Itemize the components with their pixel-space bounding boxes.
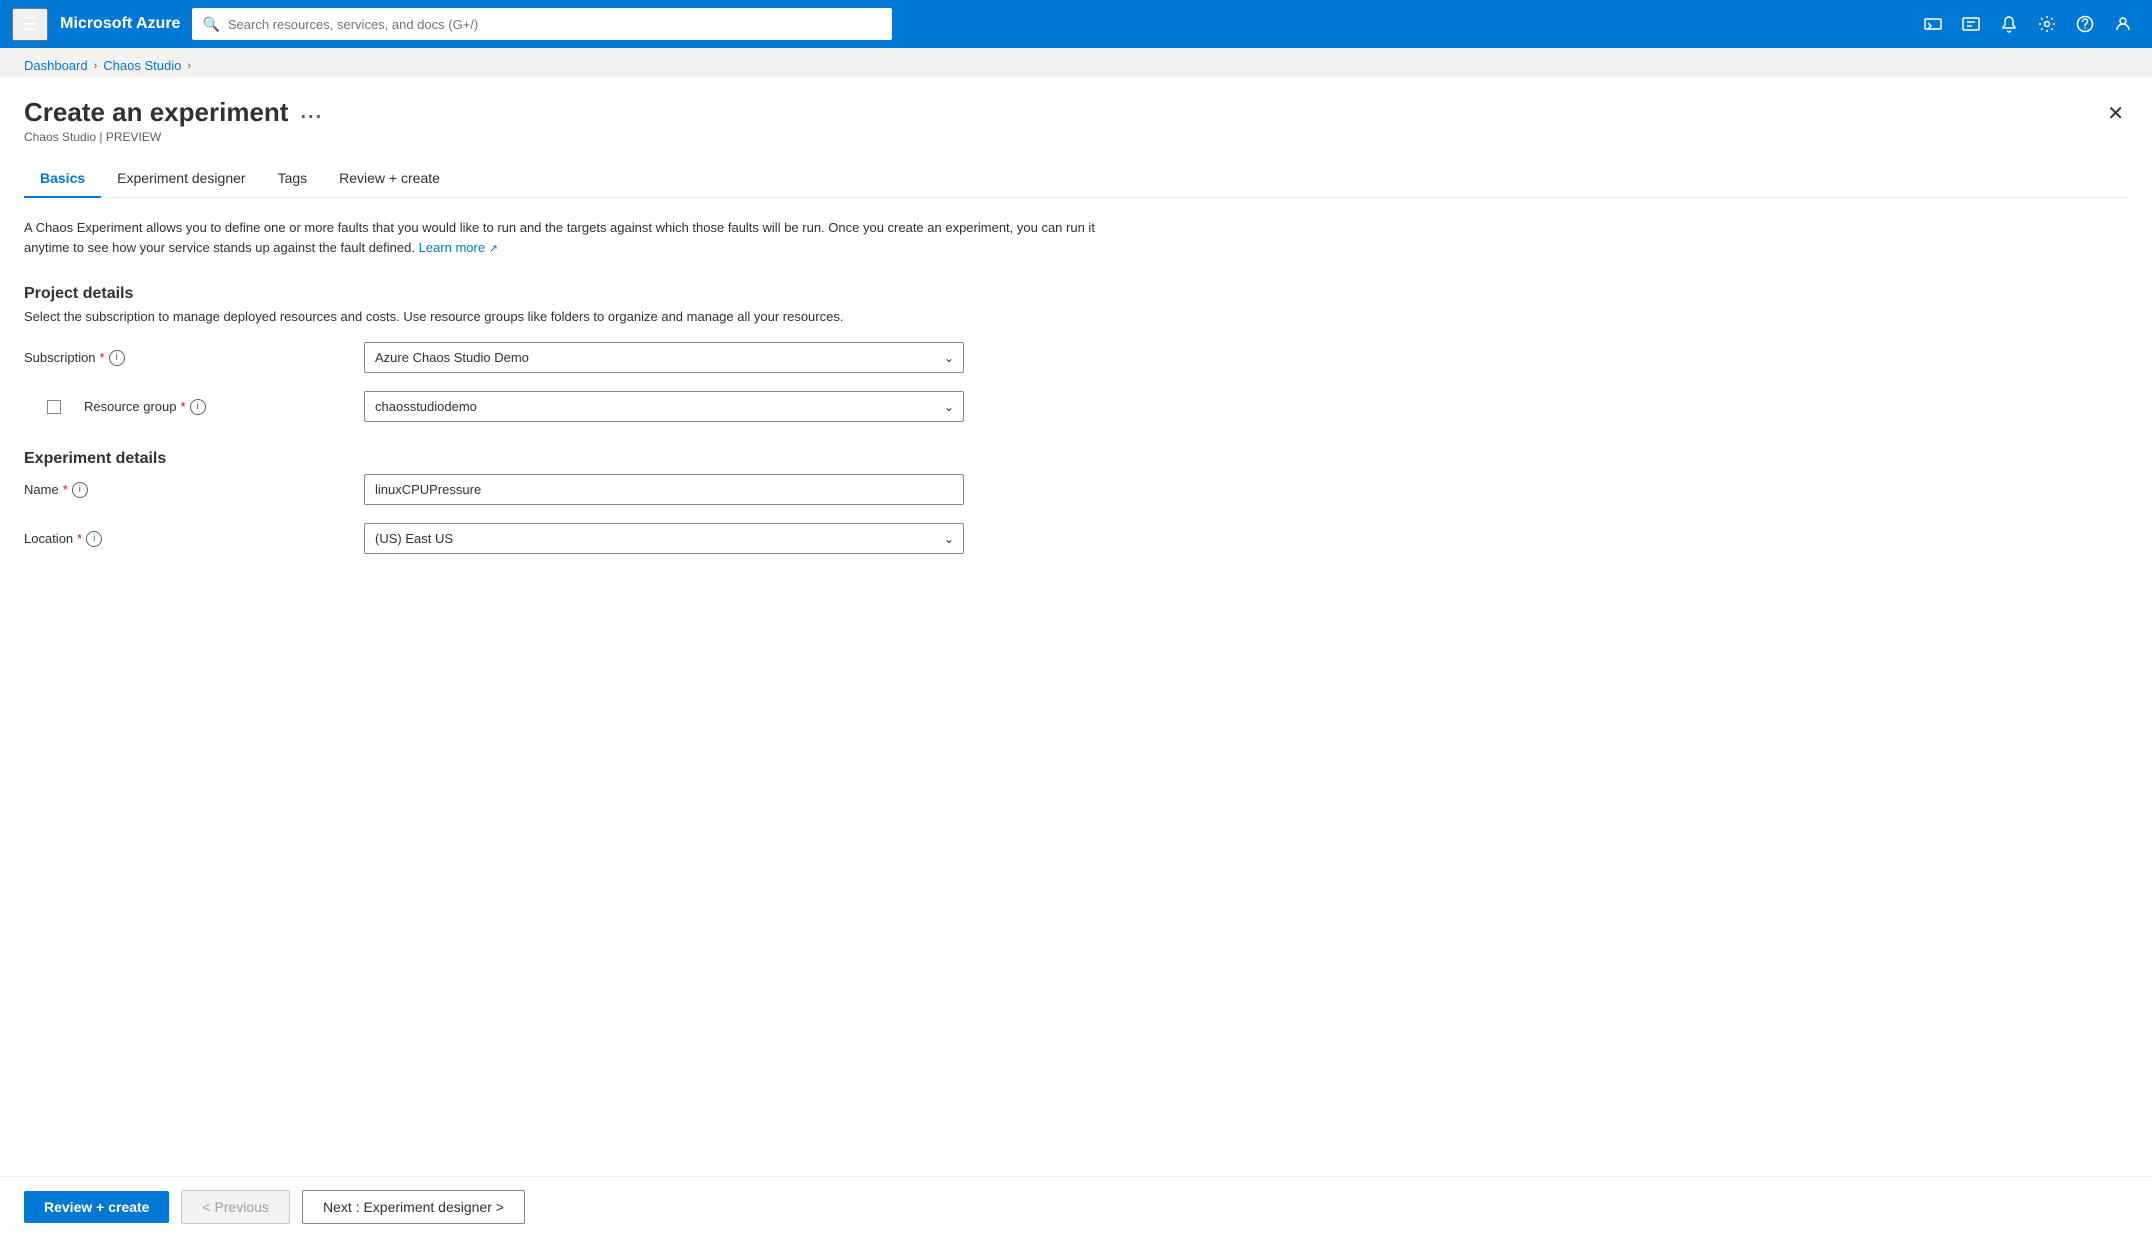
breadcrumb-sep-2: ›: [187, 60, 191, 72]
resource-group-checkbox[interactable]: [47, 400, 61, 414]
directory-button[interactable]: [1954, 9, 1988, 39]
breadcrumb: Dashboard › Chaos Studio ›: [0, 48, 2152, 77]
tabs-bar: Basics Experiment designer Tags Review +…: [24, 160, 2128, 198]
tab-tags[interactable]: Tags: [262, 160, 324, 198]
location-select[interactable]: (US) East US(US) West US(Europe) West Eu…: [364, 523, 964, 554]
project-details-desc: Select the subscription to manage deploy…: [24, 309, 2128, 324]
search-icon: 🔍: [202, 16, 219, 33]
tab-review-create[interactable]: Review + create: [323, 160, 456, 198]
page-title-ellipsis[interactable]: ...: [300, 101, 323, 124]
name-label: Name * i: [24, 482, 364, 498]
resource-group-select-wrapper: chaosstudiodemo ⌄: [364, 391, 964, 422]
footer-bar: Review + create < Previous Next : Experi…: [0, 1176, 2152, 1236]
name-control: [364, 474, 964, 505]
learn-more-link[interactable]: Learn more ↗: [419, 240, 498, 255]
page-header: Create an experiment ... Chaos Studio | …: [24, 97, 2128, 144]
subscription-label: Subscription * i: [24, 350, 364, 366]
description-text: A Chaos Experiment allows you to define …: [24, 218, 1124, 257]
breadcrumb-sep-1: ›: [94, 60, 98, 72]
brand-logo: Microsoft Azure: [60, 15, 180, 33]
page-title-area: Create an experiment ... Chaos Studio | …: [24, 97, 323, 144]
page-title-row: Create an experiment ...: [24, 97, 323, 128]
resource-group-control: chaosstudiodemo ⌄: [364, 391, 964, 422]
location-required: *: [77, 531, 82, 546]
search-input[interactable]: [228, 17, 883, 32]
help-button[interactable]: [2068, 9, 2102, 39]
settings-button[interactable]: [2030, 9, 2064, 39]
name-input[interactable]: [364, 474, 964, 505]
resource-group-required: *: [181, 399, 186, 414]
breadcrumb-chaos-studio[interactable]: Chaos Studio: [103, 58, 181, 73]
page-subtitle: Chaos Studio | PREVIEW: [24, 130, 323, 144]
subscription-select[interactable]: Azure Chaos Studio Demo: [364, 342, 964, 373]
tab-basics[interactable]: Basics: [24, 160, 101, 198]
hamburger-menu-button[interactable]: ☰: [12, 8, 48, 41]
location-select-wrapper: (US) East US(US) West US(Europe) West Eu…: [364, 523, 964, 554]
resource-group-label: Resource group * i: [84, 399, 364, 415]
close-button[interactable]: ✕: [2103, 97, 2128, 130]
subscription-row: Subscription * i Azure Chaos Studio Demo…: [24, 342, 2128, 373]
subscription-select-wrapper: Azure Chaos Studio Demo ⌄: [364, 342, 964, 373]
topnav: ☰ Microsoft Azure 🔍: [0, 0, 2152, 48]
resource-group-row: Resource group * i chaosstudiodemo ⌄: [24, 391, 2128, 422]
resource-group-info-icon[interactable]: i: [190, 399, 206, 415]
resource-group-select[interactable]: chaosstudiodemo: [364, 391, 964, 422]
resource-group-checkbox-area: [24, 400, 84, 414]
main-content: Create an experiment ... Chaos Studio | …: [0, 77, 2152, 1205]
tab-experiment-designer[interactable]: Experiment designer: [101, 160, 261, 198]
subscription-info-icon[interactable]: i: [109, 350, 125, 366]
cloud-shell-button[interactable]: [1916, 9, 1950, 39]
search-bar: 🔍: [192, 8, 892, 40]
breadcrumb-dashboard[interactable]: Dashboard: [24, 58, 88, 73]
name-required: *: [63, 482, 68, 497]
project-details-title: Project details: [24, 285, 2128, 303]
review-create-button[interactable]: Review + create: [24, 1191, 169, 1223]
subscription-required: *: [100, 350, 105, 365]
location-label: Location * i: [24, 531, 364, 547]
account-button[interactable]: [2106, 9, 2140, 39]
previous-button[interactable]: < Previous: [181, 1190, 290, 1224]
experiment-details-section: Experiment details Name * i Location * i…: [24, 450, 2128, 554]
experiment-details-title: Experiment details: [24, 450, 2128, 468]
location-control: (US) East US(US) West US(Europe) West Eu…: [364, 523, 964, 554]
location-info-icon[interactable]: i: [86, 531, 102, 547]
location-row: Location * i (US) East US(US) West US(Eu…: [24, 523, 2128, 554]
notifications-button[interactable]: [1992, 9, 2026, 39]
project-details-section: Project details Select the subscription …: [24, 285, 2128, 422]
topnav-icons: [1916, 9, 2140, 39]
name-row: Name * i: [24, 474, 2128, 505]
name-info-icon[interactable]: i: [72, 482, 88, 498]
subscription-control: Azure Chaos Studio Demo ⌄: [364, 342, 964, 373]
page-title-text: Create an experiment: [24, 97, 288, 128]
next-button[interactable]: Next : Experiment designer >: [302, 1190, 525, 1224]
